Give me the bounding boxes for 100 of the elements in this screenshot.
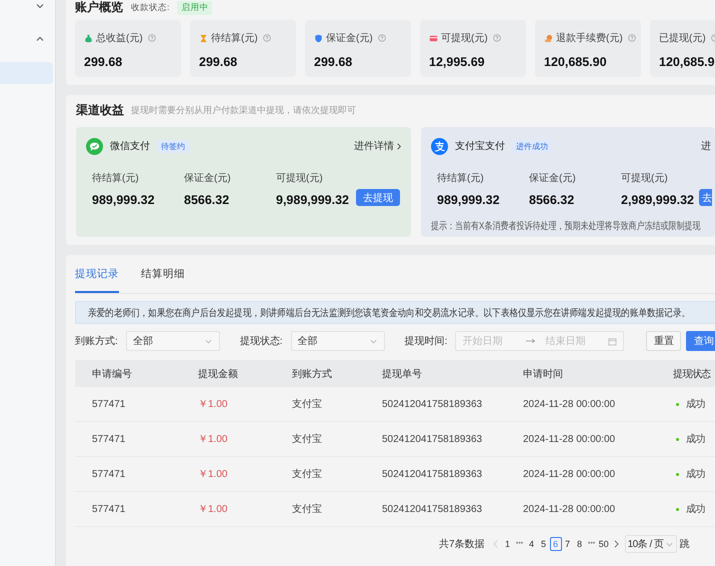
previous-page-icon[interactable] bbox=[492, 540, 498, 548]
shield-icon bbox=[314, 34, 323, 42]
page-size-select[interactable]: 10条 / 页 bbox=[624, 535, 677, 553]
filter-label: 提现时间: bbox=[404, 334, 448, 348]
metric-label: 待结算(元) bbox=[437, 172, 485, 185]
filter-label: 到账方式: bbox=[75, 334, 118, 348]
metric-label: 保证金(元) bbox=[529, 172, 577, 185]
page-button[interactable]: 4 bbox=[526, 537, 538, 551]
metric-value: 989,999.32 bbox=[437, 193, 501, 207]
details-link[interactable]: 进 bbox=[701, 139, 711, 153]
withdraw-button[interactable]: 去 bbox=[699, 189, 712, 206]
stat-label: 保证金(元) bbox=[326, 32, 373, 45]
help-icon[interactable] bbox=[262, 34, 271, 42]
chat-bubble-icon bbox=[86, 138, 103, 154]
table-cell-text: ￥1.00 bbox=[198, 468, 228, 481]
table-cell-text: 577471 bbox=[91, 434, 126, 444]
table-cell-text: 支付宝 bbox=[292, 502, 323, 516]
stat-value: 299.68 bbox=[314, 55, 354, 69]
table-cell-text: 577471 bbox=[91, 504, 126, 514]
calendar-icon bbox=[608, 336, 618, 346]
page-button[interactable]: 1 bbox=[502, 537, 514, 551]
section-hint: 提现时需要分别从用户付款渠道中提现，请依次提现即可 bbox=[131, 104, 356, 116]
help-icon[interactable] bbox=[378, 34, 386, 42]
table-cell-text: ￥1.00 bbox=[198, 398, 228, 411]
details-link[interactable]: 进件详情 bbox=[354, 139, 401, 153]
metric-value: 989,999.32 bbox=[92, 193, 156, 207]
table-cell-text: 支付宝 bbox=[292, 432, 323, 446]
chevron-right-icon bbox=[397, 142, 401, 150]
page-button[interactable]: 6 bbox=[550, 537, 562, 551]
section-title: 账户概览 bbox=[75, 0, 123, 16]
table-cell-text: 502412041758189363 bbox=[382, 504, 484, 514]
stat-label: 待结算(元) bbox=[211, 32, 258, 45]
query-button[interactable]: 查询 bbox=[686, 331, 715, 351]
metric-value: 8566.32 bbox=[529, 193, 576, 207]
stat-value: 299.68 bbox=[199, 55, 238, 69]
metric-label: 可提现(元) bbox=[621, 172, 669, 185]
help-icon[interactable] bbox=[628, 34, 636, 42]
page-button[interactable]: 50 bbox=[598, 537, 610, 551]
table-cell-text: 502412041758189363 bbox=[382, 398, 484, 410]
page-button[interactable]: 5 bbox=[538, 537, 550, 551]
table-cell-text: 2024-11-28 00:00:00 bbox=[523, 398, 616, 410]
help-icon[interactable] bbox=[148, 34, 156, 42]
table-cell-text: 2024-11-28 00:00:00 bbox=[523, 504, 616, 514]
card-icon bbox=[429, 34, 438, 42]
channel-name: 支付宝支付 bbox=[455, 140, 505, 153]
metric-label: 待结算(元) bbox=[92, 172, 140, 185]
tab[interactable]: 提现记录 bbox=[75, 255, 119, 293]
status-badge: 进件成功 bbox=[512, 140, 552, 152]
complaint-notice: 提示：当前有X条消费者投诉待处理，预期未处理将导致商户冻结或限制提现 bbox=[431, 220, 700, 233]
stat-label: 总收益(元) bbox=[96, 32, 143, 45]
column-header: 提现单号 bbox=[382, 368, 423, 380]
select-field[interactable]: 全部 bbox=[126, 331, 220, 351]
total-count: 共7条数据 bbox=[439, 538, 485, 551]
section-title: 渠道收益 bbox=[76, 102, 124, 118]
table-cell-text: 支付宝 bbox=[292, 468, 323, 481]
filter-label: 提现状态: bbox=[240, 334, 283, 348]
money-bag-icon bbox=[84, 34, 93, 42]
status-badge: 待签约 bbox=[157, 140, 189, 152]
next-page-icon[interactable] bbox=[614, 540, 619, 548]
table-cell-text: 502412041758189363 bbox=[382, 434, 484, 444]
reset-button[interactable]: 重置 bbox=[646, 331, 682, 351]
table-cell: 成功 bbox=[673, 432, 715, 446]
table-cell: 成功 bbox=[673, 397, 715, 411]
table-cell-text: 502412041758189363 bbox=[382, 468, 484, 480]
table-cell-text: 577471 bbox=[91, 398, 126, 410]
select-field[interactable]: 全部 bbox=[290, 331, 385, 351]
stat-value: 299.68 bbox=[84, 55, 124, 69]
arrow-right-icon bbox=[525, 338, 536, 344]
column-header: 提现状态 bbox=[673, 368, 712, 380]
tab[interactable]: 结算明细 bbox=[141, 255, 185, 293]
table-cell-text: ￥1.00 bbox=[198, 433, 228, 446]
coin-icon bbox=[544, 34, 553, 42]
hourglass-icon bbox=[199, 34, 208, 42]
table-cell-text: 2024-11-28 00:00:00 bbox=[523, 468, 616, 480]
column-header: 到账方式 bbox=[292, 368, 333, 380]
withdraw-button[interactable]: 去提现 bbox=[356, 189, 400, 206]
column-header: 申请时间 bbox=[523, 368, 564, 380]
jump-label: 跳 bbox=[680, 538, 690, 551]
help-icon[interactable] bbox=[492, 34, 501, 42]
table-cell: 成功 bbox=[673, 467, 715, 481]
payment-logo-icon bbox=[431, 138, 448, 154]
table-cell: 成功 bbox=[673, 502, 715, 516]
page-button[interactable]: 7 bbox=[562, 537, 574, 551]
stat-label: 可提现(元) bbox=[441, 32, 488, 45]
metric-label: 可提现(元) bbox=[276, 172, 324, 185]
table-cell-text: 支付宝 bbox=[292, 398, 323, 411]
metric-value: 8566.32 bbox=[184, 193, 230, 207]
stat-label: 已提现(元) bbox=[659, 32, 706, 45]
stat-value: 12,995.69 bbox=[429, 55, 486, 69]
page-button[interactable]: 8 bbox=[574, 537, 586, 551]
info-text: 亲爱的老师们，如果您在商户后台发起提现，则讲师端后台无法监测到您该笔资金动向和交易流水记录。以下表格仅显示您在讲师端发起提现的账单数据记录。 bbox=[88, 306, 690, 320]
table-cell-text: 2024-11-28 00:00:00 bbox=[523, 434, 616, 444]
column-header: 提现金额 bbox=[198, 368, 239, 380]
metric-value: 9,989,999.32 bbox=[276, 193, 350, 207]
stat-value: 120,685.9 bbox=[659, 55, 715, 69]
table-cell-text: 577471 bbox=[91, 468, 126, 480]
status-label: 收款状态: bbox=[131, 2, 170, 14]
chevron-icon[interactable] bbox=[35, 1, 45, 11]
stat-value: 120,685.90 bbox=[544, 55, 608, 69]
table-cell-text: ￥1.00 bbox=[198, 503, 228, 516]
